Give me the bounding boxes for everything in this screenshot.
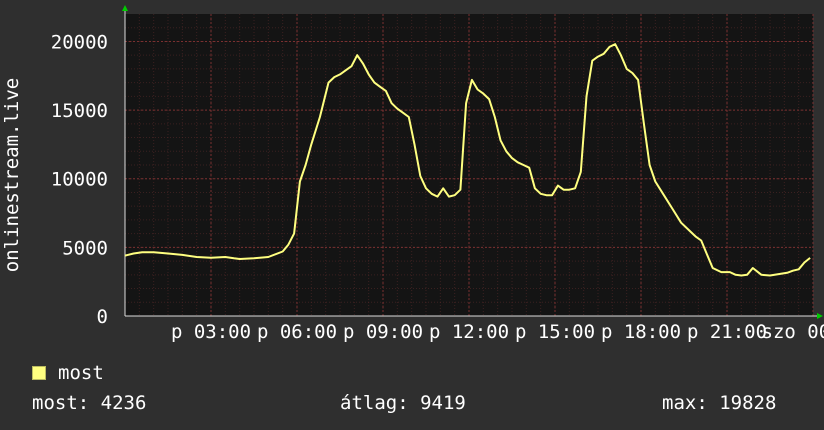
x-tick-label: p 21:00 (687, 321, 767, 343)
stat-current: most: 4236 (32, 392, 147, 414)
y-tick-label: 15000 (51, 100, 108, 122)
y-axis-arrow-icon (122, 5, 128, 11)
y-axis-label: onlinestream.live (1, 78, 23, 272)
x-tick-label: p 06:00 (257, 321, 337, 343)
x-tick-label: szo 00:00 (762, 321, 824, 343)
x-tick-label: p 12:00 (429, 321, 509, 343)
x-axis-arrow-icon (817, 313, 823, 319)
x-tick-label: p 03:00 (171, 321, 251, 343)
y-tick-label: 10000 (51, 169, 108, 191)
line-chart: 0 5000 10000 15000 20000 p 03:00 p 06:00 p 09:0… (1, 5, 824, 343)
y-tick-label: 20000 (51, 31, 108, 53)
x-tick-label: p 18:00 (601, 321, 681, 343)
x-tick-label: p 15:00 (515, 321, 595, 343)
stat-maximum: max: 19828 (662, 392, 777, 414)
stat-average: átlag: 9419 (340, 392, 466, 414)
y-tick-label: 5000 (62, 237, 108, 259)
y-tick-label: 0 (97, 306, 108, 328)
legend-swatch (32, 366, 46, 380)
x-tick-label: p 09:00 (343, 321, 423, 343)
legend-label: most (58, 362, 104, 384)
